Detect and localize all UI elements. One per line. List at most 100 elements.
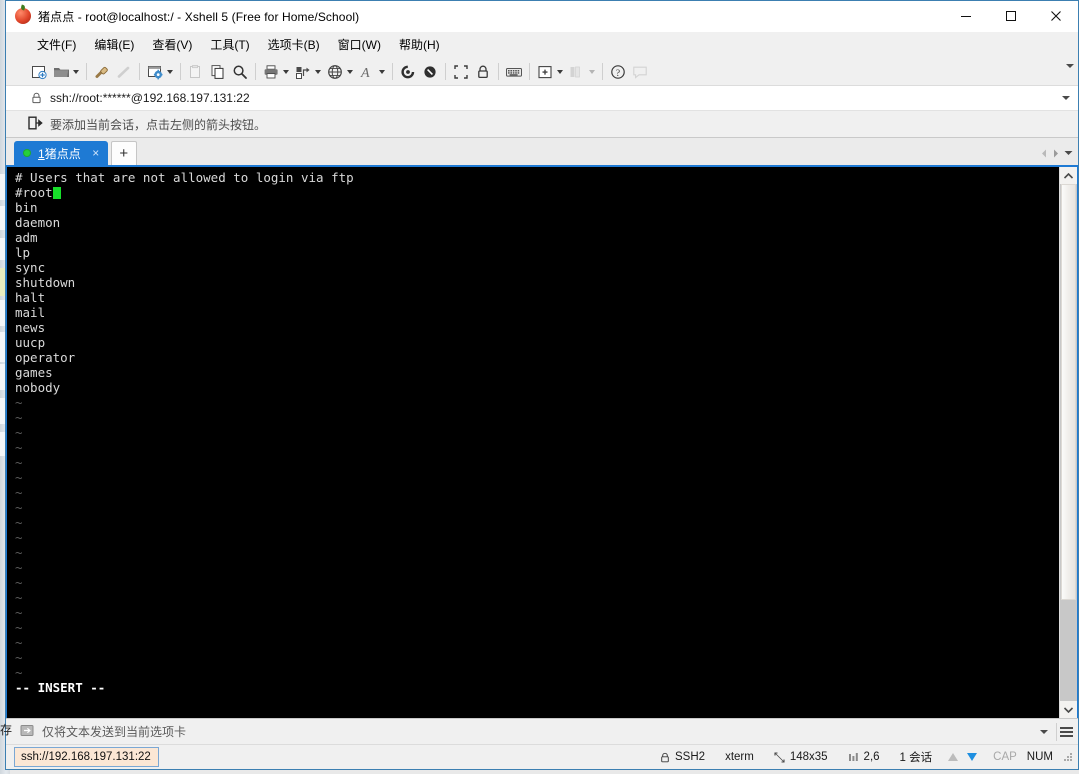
- toolbar-separator: [529, 63, 530, 80]
- open-folder-icon[interactable]: [50, 61, 72, 83]
- print-icon[interactable]: [260, 61, 282, 83]
- toolbar-separator: [180, 63, 181, 80]
- send-to-tab-icon[interactable]: [20, 724, 34, 740]
- terminal-scrollbar[interactable]: [1059, 167, 1077, 718]
- arrow-down-icon: [967, 753, 978, 761]
- copy-paste-icon[interactable]: [185, 61, 207, 83]
- scrollbar-track[interactable]: [1060, 184, 1077, 701]
- layout-dropdown-caret[interactable]: [315, 69, 321, 74]
- xshell-main-window: 猪点点 - root@localhost:/ - Xshell 5 (Free …: [5, 0, 1079, 770]
- help-icon[interactable]: ?: [607, 61, 629, 83]
- status-sessions: 1 会话: [899, 752, 933, 764]
- chevron-down-icon[interactable]: [1040, 729, 1048, 734]
- globe-icon[interactable]: [324, 61, 346, 83]
- status-fields: SSH2 xterm 148x35 2,6 1 会话 CAP NUM: [650, 745, 1078, 769]
- terminal-empty-line-tilde: ~: [15, 620, 23, 635]
- menu-tab[interactable]: 选项卡(B): [259, 33, 329, 56]
- tab-next-icon[interactable]: [1050, 145, 1062, 161]
- terminal-line: # Users that are not allowed to login vi…: [15, 170, 354, 185]
- notice-bar: 要添加当前会话，点击左侧的箭头按钮。: [6, 111, 1078, 138]
- terminal-empty-line-tilde: ~: [15, 410, 23, 425]
- font-dropdown-caret[interactable]: [379, 69, 385, 74]
- terminal-empty-line-tilde: ~: [15, 425, 23, 440]
- terminal-empty-line-tilde: ~: [15, 650, 23, 665]
- close-button[interactable]: [1033, 1, 1078, 30]
- terminal-screen[interactable]: # Users that are not allowed to login vi…: [7, 167, 1059, 718]
- layout-icon[interactable]: [292, 61, 314, 83]
- menu-tools[interactable]: 工具(T): [201, 33, 258, 56]
- minimize-button[interactable]: [943, 1, 988, 30]
- xshell-logo-icon: [15, 8, 31, 24]
- resize-icon: [774, 751, 785, 763]
- terminal-line: shutdown: [15, 275, 76, 290]
- lock-icon: [28, 92, 44, 104]
- status-connection-link[interactable]: ssh://192.168.197.131:22: [14, 747, 159, 767]
- session-properties-icon[interactable]: [144, 61, 166, 83]
- scroll-up-icon[interactable]: [1060, 167, 1077, 184]
- terminal-line: daemon: [15, 215, 61, 230]
- disconnect-icon[interactable]: [113, 61, 135, 83]
- tab-session-1[interactable]: 1猪点点 ×: [14, 141, 108, 165]
- find-icon[interactable]: [229, 61, 251, 83]
- tab-prev-icon[interactable]: [1038, 145, 1050, 161]
- terminal-empty-line-tilde: ~: [15, 545, 23, 560]
- log-stop-icon[interactable]: [419, 61, 441, 83]
- add-session-icon[interactable]: [28, 116, 43, 133]
- status-size: 148x35: [764, 745, 838, 769]
- terminal-line: games: [15, 365, 53, 380]
- log-start-icon[interactable]: [397, 61, 419, 83]
- title-bar[interactable]: 猪点点 - root@localhost:/ - Xshell 5 (Free …: [6, 1, 1078, 32]
- menu-window[interactable]: 窗口(W): [329, 33, 390, 56]
- add-tab-dropdown-caret[interactable]: [557, 69, 563, 74]
- terminal-line: news: [15, 320, 46, 335]
- status-num-lock: NUM: [1026, 751, 1053, 763]
- terminal-empty-line-tilde: ~: [15, 440, 23, 455]
- tab-close-icon[interactable]: ×: [90, 147, 102, 159]
- send-text-bar[interactable]: 仅将文本发送到当前选项卡: [6, 718, 1078, 744]
- status-protocol-label: SSH2: [675, 751, 706, 763]
- address-input[interactable]: ssh://root:******@192.168.197.131:22: [50, 91, 250, 105]
- cursor-position-icon: [848, 752, 859, 763]
- connect-icon[interactable]: [91, 61, 113, 83]
- address-bar[interactable]: ssh://root:******@192.168.197.131:22: [6, 86, 1078, 111]
- menu-view[interactable]: 查看(V): [143, 33, 201, 56]
- toolbar-separator: [602, 63, 603, 80]
- folder-dropdown-caret[interactable]: [73, 69, 79, 74]
- resize-grip-icon[interactable]: [1061, 750, 1075, 764]
- menu-edit[interactable]: 编辑(E): [85, 33, 143, 56]
- toolbar-separator: [498, 63, 499, 80]
- comment-icon[interactable]: [629, 61, 651, 83]
- lock-icon[interactable]: [472, 61, 494, 83]
- toolbar-overflow-caret[interactable]: [1066, 64, 1074, 68]
- terminal-line: #root: [15, 185, 1059, 200]
- new-session-icon[interactable]: [28, 61, 50, 83]
- tab-list-caret-icon[interactable]: [1062, 145, 1074, 161]
- hamburger-menu-icon[interactable]: [1056, 722, 1076, 741]
- arrange-dropdown-caret[interactable]: [589, 69, 595, 74]
- chevron-down-icon[interactable]: [1062, 96, 1070, 100]
- arrange-icon[interactable]: [566, 61, 588, 83]
- maximize-button[interactable]: [988, 1, 1033, 30]
- properties-dropdown-caret[interactable]: [167, 69, 173, 74]
- terminal-line: operator: [15, 350, 76, 365]
- terminal-empty-line-tilde: ~: [15, 395, 23, 410]
- menu-help[interactable]: 帮助(H): [390, 33, 449, 56]
- terminal-empty-line-tilde: ~: [15, 560, 23, 575]
- print-dropdown-caret[interactable]: [283, 69, 289, 74]
- copy-icon[interactable]: [207, 61, 229, 83]
- menu-file[interactable]: 文件(F): [28, 33, 85, 56]
- keyboard-icon[interactable]: [503, 61, 525, 83]
- status-position-label: 2,6: [863, 751, 880, 763]
- globe-dropdown-caret[interactable]: [347, 69, 353, 74]
- tab-navigation: [1038, 145, 1074, 161]
- terminal-area: # Users that are not allowed to login vi…: [6, 167, 1078, 718]
- scrollbar-thumb[interactable]: [1061, 184, 1076, 601]
- status-terminal-type: xterm: [725, 751, 754, 763]
- new-tab-button[interactable]: +: [110, 141, 137, 165]
- tab-status-dot-icon: [23, 149, 31, 157]
- scroll-down-icon[interactable]: [1060, 701, 1077, 718]
- terminal-line: sync: [15, 260, 46, 275]
- font-icon[interactable]: A: [356, 61, 378, 83]
- add-tab-icon[interactable]: [534, 61, 556, 83]
- fullscreen-icon[interactable]: [450, 61, 472, 83]
